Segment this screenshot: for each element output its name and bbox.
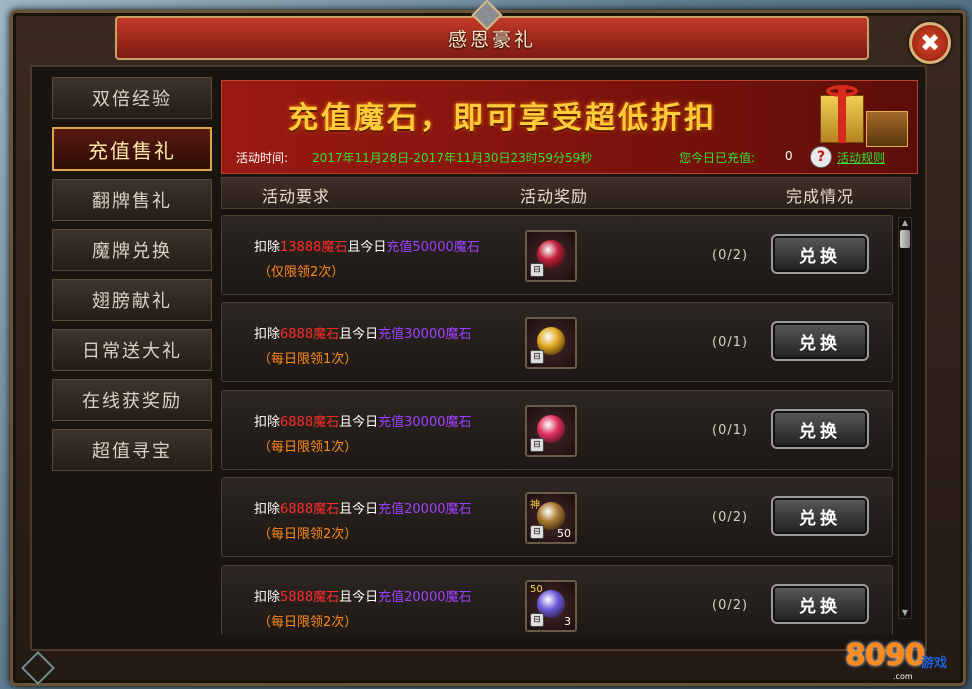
event-banner: 充值魔石，即可享受超低折扣 活动时间: 2017年11月28日-2017年11月… [221,80,918,174]
lock-icon: ⊟ [530,263,544,277]
requirement-text: 扣除6888魔石且今日充值30000魔石 [254,323,471,342]
lock-icon: ⊟ [530,525,544,539]
req-cost: 6888魔石 [280,327,340,342]
help-icon[interactable]: ? [810,146,832,168]
req-prefix: 扣除 [254,590,281,605]
table-row: 扣除13888魔石且今日充值50000魔石 （仅限领2次） ⊟ (0/2) 兑换 [221,215,893,295]
dialog-title: 感恩豪礼 [447,28,536,51]
req-prefix: 扣除 [254,327,281,342]
reward-slot[interactable]: 神 ⊟ 50 [525,492,577,544]
exchange-button[interactable]: 兑换 [771,409,869,449]
event-time-value: 2017年11月28日-2017年11月30日23时59分59秒 [312,151,593,165]
req-prefix: 扣除 [254,502,281,517]
scroll-up-icon[interactable]: ▲ [899,218,911,228]
scroll-down-icon[interactable]: ▼ [899,608,911,618]
sidebar-item-recharge-gift[interactable]: 充值售礼 [52,127,212,171]
req-charge: 充值30000魔石 [378,327,472,342]
reward-slot[interactable]: 50 ⊟ 3 [525,580,577,632]
lock-icon: ⊟ [530,613,544,627]
lock-icon: ⊟ [530,438,544,452]
claim-limit: （每日限领2次） [258,527,358,542]
req-charge: 充值20000魔石 [378,502,472,517]
req-prefix: 扣除 [254,415,281,430]
requirement-text: 扣除13888魔石且今日充值50000魔石 [254,236,480,255]
header-reward: 活动奖励 [520,187,589,206]
watermark-game: 游戏 [921,656,948,671]
req-cost: 6888魔石 [280,415,340,430]
table-header: 活动要求 活动奖励 完成情况 [221,177,911,209]
reward-count: 50 [557,527,571,540]
site-watermark: 8090 游戏 .com [845,630,960,681]
lock-icon: ⊟ [530,350,544,364]
sidebar-item-wings-gift[interactable]: 翅膀献礼 [52,279,212,321]
close-button[interactable]: ✖ [909,22,951,64]
table-row: 扣除6888魔石且今日充值30000魔石 （每日限领1次） ⊟ (0/1) 兑换 [221,390,893,470]
watermark-number: 8090 [845,638,925,673]
req-charge: 充值50000魔石 [386,240,480,255]
req-prefix: 扣除 [254,240,281,255]
requirement-text: 扣除6888魔石且今日充值30000魔石 [254,411,471,430]
header-requirement: 活动要求 [262,187,331,206]
reward-tag: 神 [530,500,540,511]
treasure-chest-icon [866,111,908,147]
banner-slogan: 充值魔石，即可享受超低折扣 [288,101,717,136]
table-row: 扣除6888魔石且今日充值30000魔石 （每日限领1次） ⊟ (0/1) 兑换 [221,302,893,382]
table-row: 扣除6888魔石且今日充值20000魔石 （每日限领2次） 神 ⊟ 50 (0/2) 兑换 [221,477,893,557]
req-mid: 且今日 [339,327,379,342]
req-charge: 充值30000魔石 [378,415,472,430]
sidebar-item-treasure-hunt[interactable]: 超值寻宝 [52,429,212,471]
sidebar-item-online-reward[interactable]: 在线获奖励 [52,379,212,421]
gift-bow-icon [826,85,858,97]
sidebar-item-double-exp[interactable]: 双倍经验 [52,77,212,119]
table-row: 扣除5888魔石且今日充值20000魔石 （每日限领2次） 50 ⊟ 3 (0/2) 兑换 [221,565,893,635]
charged-today-label: 您今日已充值: [679,151,756,165]
req-mid: 且今日 [339,590,379,605]
claim-limit: （每日限领2次） [258,615,358,630]
sidebar-item-daily-gift[interactable]: 日常送大礼 [52,329,212,371]
sidebar-item-flip-card-gift[interactable]: 翻牌售礼 [52,179,212,221]
progress-status: (0/2) [712,510,749,525]
watermark-domain: .com [893,672,913,681]
claim-limit: （仅限领2次） [258,265,345,280]
exchange-button[interactable]: 兑换 [771,234,869,274]
charged-today-value: 0 [785,149,793,163]
exchange-button[interactable]: 兑换 [771,496,869,536]
reward-tag: 50 [530,584,543,595]
gift-ribbon-icon [838,89,846,143]
progress-status: (0/1) [712,423,749,438]
sidebar-item-magic-card-exchange[interactable]: 魔牌兑换 [52,229,212,271]
event-time-label: 活动时间: [236,151,289,165]
scrollbar[interactable]: ▲ ▼ [898,217,912,619]
reward-slot[interactable]: ⊟ [525,405,577,457]
req-cost: 5888魔石 [280,590,340,605]
requirement-text: 扣除5888魔石且今日充值20000魔石 [254,586,471,605]
claim-limit: （每日限领1次） [258,440,358,455]
progress-status: (0/2) [712,598,749,613]
req-mid: 且今日 [347,240,387,255]
req-cost: 6888魔石 [280,502,340,517]
rules-link[interactable]: 活动规则 [837,149,885,166]
sidebar: 双倍经验 充值售礼 翻牌售礼 魔牌兑换 翅膀献礼 日常送大礼 在线获奖励 超值寻… [52,77,216,479]
scroll-thumb[interactable] [900,230,910,248]
req-mid: 且今日 [339,502,379,517]
reward-list[interactable]: 扣除13888魔石且今日充值50000魔石 （仅限领2次） ⊟ (0/2) 兑换 扣除68… [221,215,893,635]
req-mid: 且今日 [339,415,379,430]
header-status: 完成情况 [786,187,855,206]
progress-status: (0/1) [712,335,749,350]
requirement-text: 扣除6888魔石且今日充值20000魔石 [254,498,471,517]
reward-slot[interactable]: ⊟ [525,230,577,282]
reward-count: 3 [564,615,571,628]
exchange-button[interactable]: 兑换 [771,584,869,624]
req-cost: 13888魔石 [280,240,348,255]
reward-slot[interactable]: ⊟ [525,317,577,369]
exchange-button[interactable]: 兑换 [771,321,869,361]
claim-limit: （每日限领1次） [258,352,358,367]
req-charge: 充值20000魔石 [378,590,472,605]
progress-status: (0/2) [712,248,749,263]
